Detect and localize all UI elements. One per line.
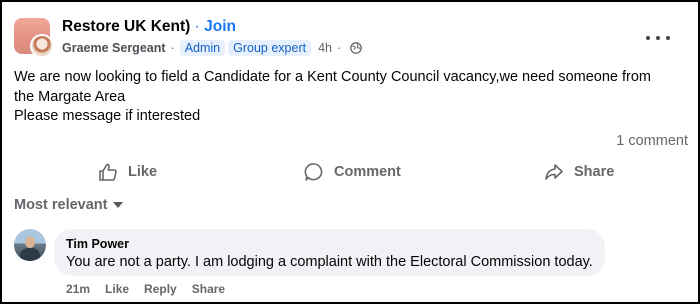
comment-sort-dropdown[interactable]: Most relevant — [14, 197, 124, 213]
post-body: We are now looking to field a Candidate … — [14, 68, 684, 127]
avatar-group[interactable] — [14, 18, 54, 58]
speech-bubble-icon — [304, 163, 323, 181]
comment-label: Comment — [334, 164, 401, 180]
group-name-link[interactable]: Restore UK Kent) — [62, 18, 190, 35]
post-header: Restore UK Kent) · Join Graeme Sergeant … — [14, 16, 686, 58]
more-dot — [656, 36, 660, 40]
comment-bubble: Tim Power You are not a party. I am lodg… — [54, 229, 605, 276]
post-text-line: Please message if interested — [14, 108, 201, 124]
comment-timestamp[interactable]: 21m — [66, 282, 90, 296]
like-button[interactable]: Like — [98, 160, 157, 184]
post-meta: Graeme Sergeant · Admin Group expert 4h … — [62, 40, 363, 56]
comment-text: You are not a party. I am lodging a comp… — [66, 254, 593, 270]
title-separator: · — [194, 18, 200, 35]
avatar-body — [20, 248, 40, 261]
post-text-line: We are now looking to field a Candidate … — [14, 69, 652, 85]
sort-label: Most relevant — [14, 197, 108, 213]
like-label: Like — [128, 164, 158, 180]
post-text-line: the Margate Area — [14, 88, 126, 105]
comment-share-button[interactable]: Share — [192, 282, 225, 296]
time-separator: · — [337, 41, 342, 55]
more-options-icon[interactable] — [646, 32, 670, 44]
commenter-name-link[interactable]: Tim Power — [66, 237, 593, 251]
comment-button[interactable]: Comment — [304, 160, 401, 184]
post-card: Restore UK Kent) · Join Graeme Sergeant … — [0, 0, 700, 304]
author-name-link[interactable]: Graeme Sergeant — [62, 41, 166, 55]
meta-separator: · — [170, 41, 175, 55]
more-dot — [666, 36, 670, 40]
share-button[interactable]: Share — [544, 160, 614, 184]
avatar-face — [25, 236, 35, 248]
comment-count-link[interactable]: 1 comment — [616, 133, 688, 149]
post-action-bar: Like Comment Share — [14, 152, 686, 192]
comment-actions: 21m Like Reply Share — [66, 282, 240, 296]
commenter-avatar[interactable] — [14, 229, 46, 261]
group-expert-badge[interactable]: Group expert — [228, 40, 312, 56]
more-dot — [646, 36, 650, 40]
share-label: Share — [574, 164, 615, 180]
thumbs-up-icon — [99, 163, 117, 181]
comment-like-button[interactable]: Like — [105, 282, 129, 296]
comment-reply-button[interactable]: Reply — [144, 282, 177, 296]
admin-badge[interactable]: Admin — [179, 40, 226, 56]
share-arrow-icon — [545, 164, 563, 180]
author-avatar[interactable] — [30, 34, 54, 58]
caret-down-icon — [113, 202, 124, 208]
post-timestamp[interactable]: 4h — [318, 41, 332, 55]
join-group-link[interactable]: Join — [204, 18, 236, 35]
post-title-line: Restore UK Kent) · Join — [62, 18, 236, 36]
globe-icon — [350, 42, 363, 54]
